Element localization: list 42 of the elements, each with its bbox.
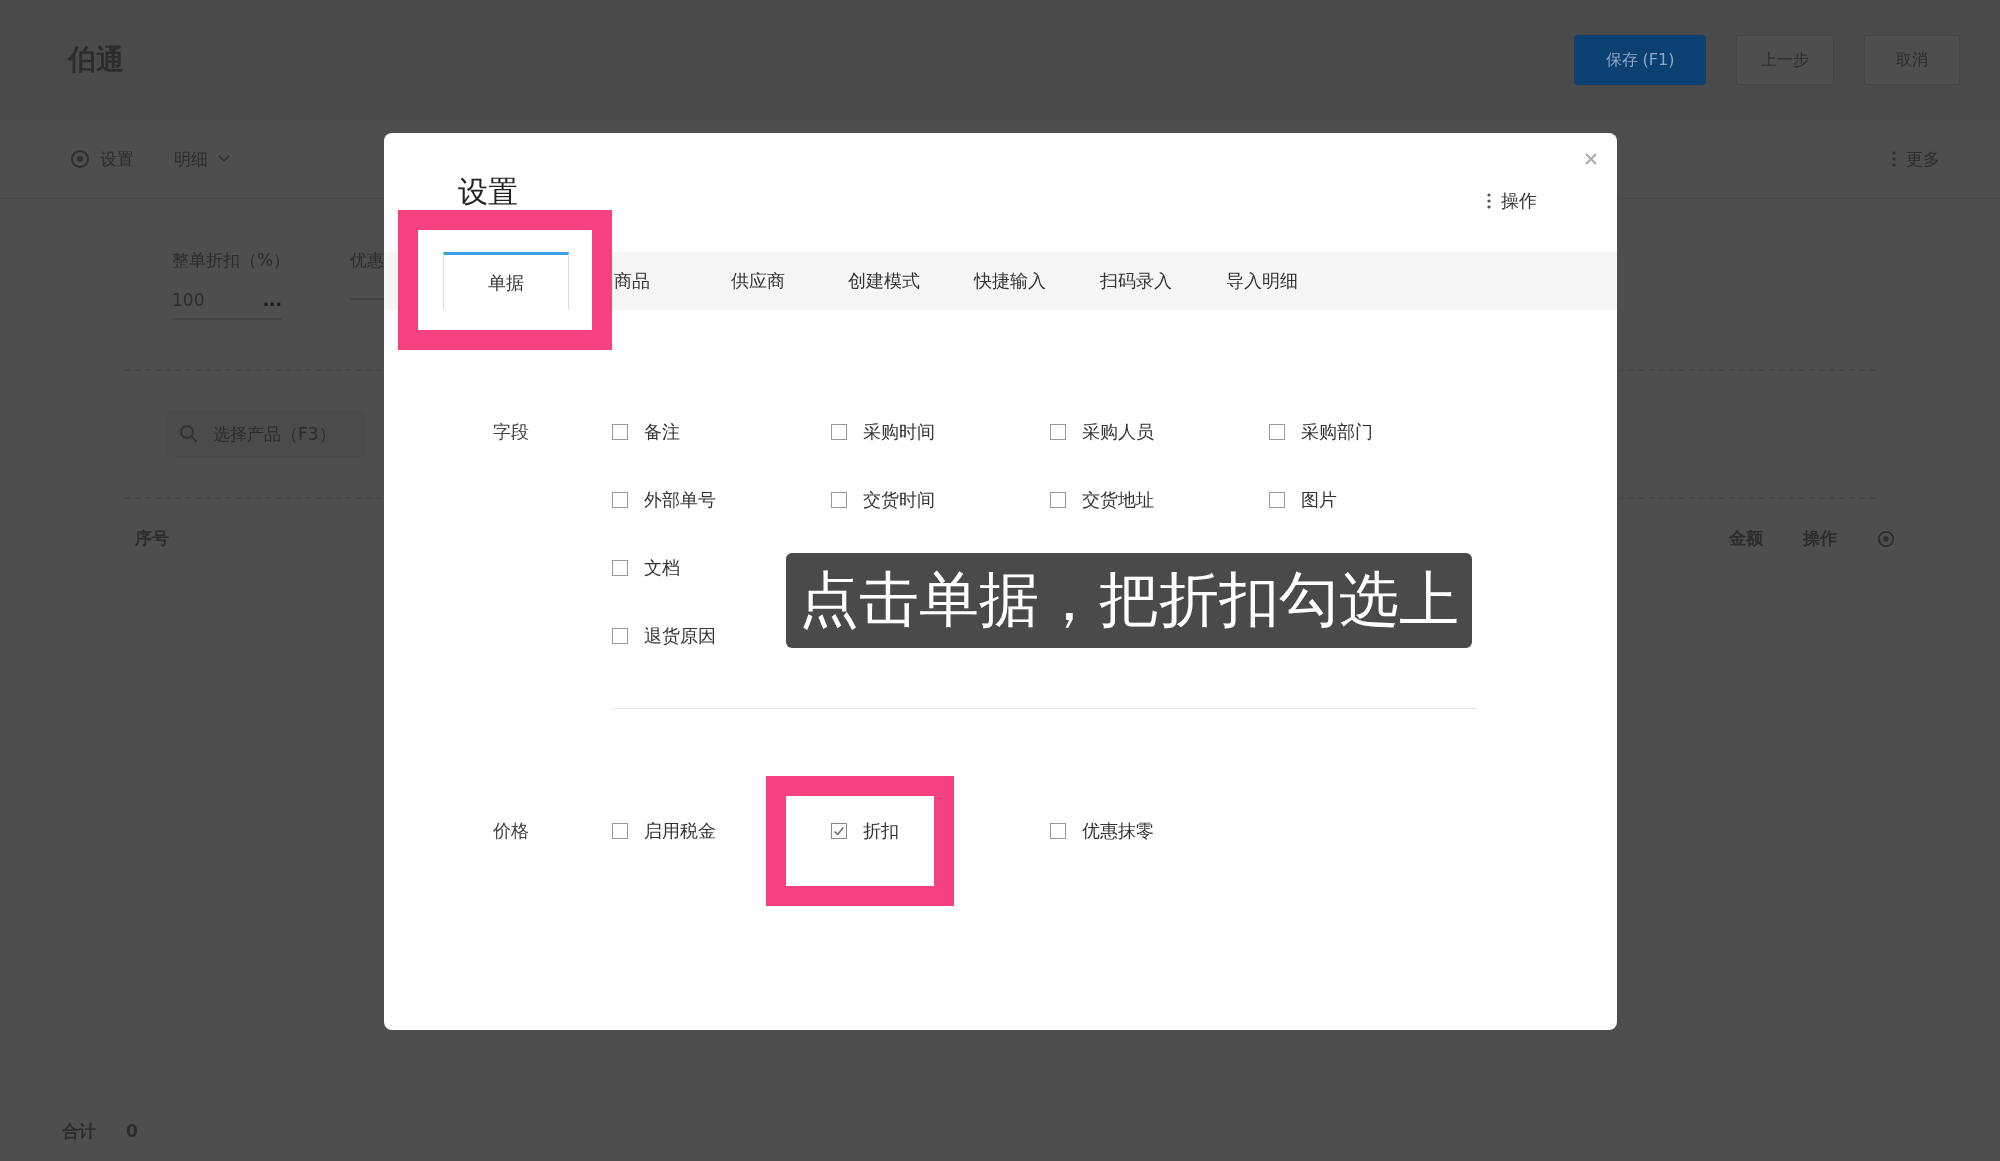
- dialog-title: 设置: [458, 172, 518, 211]
- checkbox-label[interactable]: 采购人员: [1082, 420, 1154, 444]
- more-icon[interactable]: [1487, 193, 1491, 209]
- checkbox[interactable]: [831, 492, 847, 508]
- tab[interactable]: 导入明细: [1199, 252, 1325, 310]
- tab[interactable]: 供应商: [695, 252, 821, 310]
- search-icon: [179, 424, 199, 444]
- checkbox[interactable]: [612, 560, 628, 576]
- tab[interactable]: 单据: [443, 252, 569, 310]
- checkbox[interactable]: [1050, 492, 1066, 508]
- checkbox[interactable]: [612, 628, 628, 644]
- checkbox-label[interactable]: 折扣: [863, 819, 899, 843]
- section-label: 字段: [493, 420, 530, 444]
- tab[interactable]: 扫码录入: [1073, 252, 1199, 310]
- checkbox[interactable]: [831, 823, 847, 839]
- tab[interactable]: 创建模式: [821, 252, 947, 310]
- checkbox-label[interactable]: 采购时间: [863, 420, 935, 444]
- checkbox-label[interactable]: 图片: [1301, 488, 1337, 512]
- checkbox[interactable]: [1050, 424, 1066, 440]
- checkbox[interactable]: [831, 424, 847, 440]
- tab[interactable]: 快捷输入: [947, 252, 1073, 310]
- checkbox[interactable]: [1269, 424, 1285, 440]
- checkbox-label[interactable]: 采购部门: [1301, 420, 1373, 444]
- checkbox-label[interactable]: 文档: [644, 556, 680, 580]
- checkbox[interactable]: [1050, 823, 1066, 839]
- chevron-down-icon: [218, 155, 230, 163]
- checkbox-label[interactable]: 外部单号: [644, 488, 716, 512]
- instruction-caption: 点击单据，把折扣勾选上: [786, 553, 1472, 648]
- checkbox-label[interactable]: 退货原因: [644, 624, 716, 648]
- checkbox-label[interactable]: 优惠抹零: [1082, 819, 1154, 843]
- checkbox[interactable]: [1269, 492, 1285, 508]
- checkbox[interactable]: [612, 492, 628, 508]
- actions-link[interactable]: 操作: [1501, 189, 1537, 213]
- checkbox[interactable]: [612, 823, 628, 839]
- section-label: 价格: [493, 819, 530, 843]
- checkbox[interactable]: [612, 424, 628, 440]
- checkbox-label[interactable]: 交货时间: [863, 488, 935, 512]
- tab[interactable]: 商品: [569, 252, 695, 310]
- checkbox-label[interactable]: 启用税金: [644, 819, 716, 843]
- checkbox-label[interactable]: 交货地址: [1082, 488, 1154, 512]
- header-button[interactable]: 保存 (F1): [1574, 35, 1706, 85]
- checkbox-label[interactable]: 备注: [644, 420, 680, 444]
